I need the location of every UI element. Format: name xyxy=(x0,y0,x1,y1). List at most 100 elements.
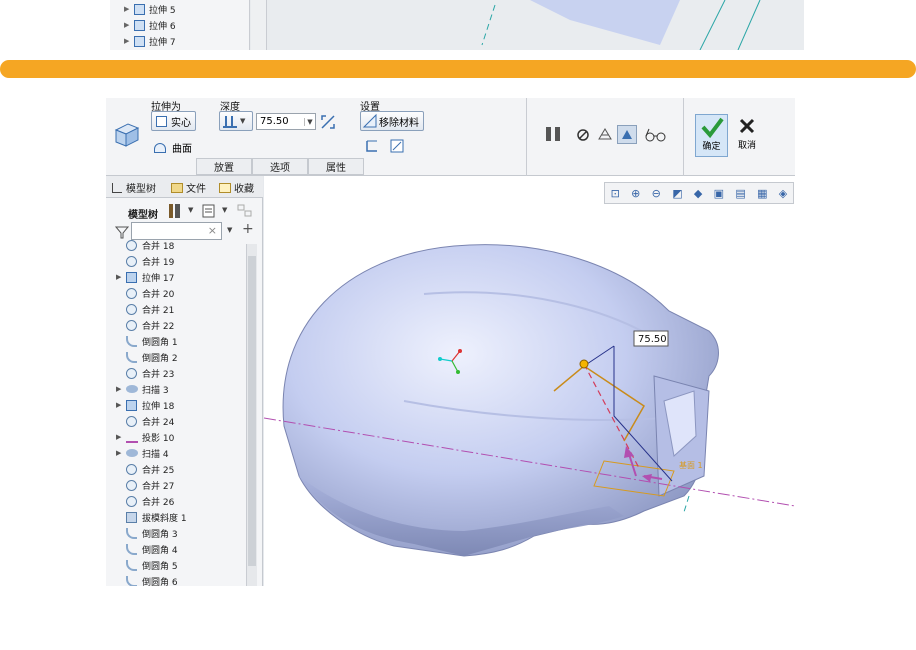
extrude-icon xyxy=(126,271,137,283)
chevron-down-icon[interactable]: ▼ xyxy=(188,206,193,214)
tab-placement[interactable]: 放置 xyxy=(196,158,252,175)
perspective-icon[interactable]: ◆ xyxy=(694,187,702,200)
tree-item[interactable]: 合并 20 xyxy=(116,285,174,301)
tree-item[interactable]: ▶ 投影 10 xyxy=(116,429,174,445)
display-style-icon[interactable]: ▣ xyxy=(714,187,724,200)
merge-icon xyxy=(126,319,137,331)
cad-window: 拉伸为 实心 曲面 深度 ▼ 75.50 ▼ 设置 移除材料 确定 取消 放置 … xyxy=(106,98,795,586)
show-icon[interactable] xyxy=(201,203,217,219)
extrude-icon xyxy=(134,35,145,47)
expand-arrow-icon[interactable]: ▶ xyxy=(116,449,126,457)
thicken-sketch-icon[interactable] xyxy=(365,139,379,153)
remove-material-icon xyxy=(362,113,377,128)
change-side-icon[interactable] xyxy=(390,139,404,153)
panel-tab-bar: 模型树 文件 收藏 xyxy=(106,176,263,198)
chevron-down-icon[interactable]: ▼ xyxy=(222,206,227,214)
tree-item[interactable]: 合并 18 xyxy=(116,240,174,253)
tree-item[interactable]: 合并 24 xyxy=(116,413,174,429)
expand-arrow-icon[interactable]: ▶ xyxy=(116,433,126,441)
model-tree-fragment: ▶ 拉伸 5 ▶ 拉伸 6 ▶ 拉伸 7 xyxy=(110,0,250,50)
confirm-button[interactable]: 确定 xyxy=(695,114,728,157)
folder-icon xyxy=(171,182,183,193)
view-manager-icon[interactable]: ▦ xyxy=(757,187,767,200)
expand-arrow-icon[interactable]: ▶ xyxy=(124,37,134,45)
tree-item[interactable]: 合并 27 xyxy=(116,477,174,493)
round-icon xyxy=(126,527,137,539)
remove-material-button[interactable]: 移除材料 xyxy=(360,111,424,131)
zoom-in-icon[interactable]: ⊕ xyxy=(631,187,640,200)
flip-direction-icon[interactable] xyxy=(320,114,336,130)
sweep-icon xyxy=(126,385,138,393)
refit-icon[interactable]: ⊡ xyxy=(611,187,620,200)
geometry-preview-icon[interactable] xyxy=(596,126,614,142)
tree-item[interactable]: 合并 22 xyxy=(116,317,174,333)
top-screenshot-fragment: ▶ 拉伸 5 ▶ 拉伸 6 ▶ 拉伸 7 xyxy=(110,0,804,50)
chevron-down-icon[interactable]: ▼ xyxy=(227,226,232,234)
expand-arrow-icon[interactable]: ▶ xyxy=(124,5,134,13)
filter-icon[interactable] xyxy=(115,225,129,239)
zoom-out-icon[interactable]: ⊖ xyxy=(652,187,661,200)
ribbon-divider xyxy=(683,98,684,176)
tab-favorites[interactable]: 收藏 xyxy=(219,178,263,197)
checkmark-icon xyxy=(700,117,724,139)
tab-model-tree[interactable]: 模型树 xyxy=(112,178,156,197)
expand-arrow-icon[interactable]: ▶ xyxy=(116,273,126,281)
tree-item[interactable]: 倒圆角 5 xyxy=(116,557,178,573)
feature-preview-icon xyxy=(622,130,632,139)
tree-item[interactable]: 合并 19 xyxy=(116,253,174,269)
expand-arrow-icon[interactable]: ▶ xyxy=(116,401,126,409)
tree-item[interactable]: ▶ 拉伸 5 xyxy=(124,1,176,17)
tree-item[interactable]: 拔模斜度 1 xyxy=(116,509,187,525)
repaint-icon[interactable]: ◩ xyxy=(672,187,682,200)
no-preview-icon[interactable] xyxy=(576,128,590,142)
tab-options[interactable]: 选项 xyxy=(252,158,308,175)
depth-value-input[interactable]: 75.50 ▼ xyxy=(256,113,316,130)
tree-item[interactable]: 合并 23 xyxy=(116,365,174,381)
viewport-fragment xyxy=(270,0,804,50)
tree-item[interactable]: ▶ 拉伸 7 xyxy=(124,33,176,49)
scrollbar-thumb[interactable] xyxy=(248,256,256,566)
tree-item[interactable]: 合并 21 xyxy=(116,301,174,317)
tab-files[interactable]: 文件 xyxy=(171,178,211,197)
tree-item[interactable]: ▶ 拉伸 17 xyxy=(116,269,174,285)
tab-properties[interactable]: 属性 xyxy=(308,158,364,175)
datum-display-icon[interactable]: ◈ xyxy=(779,187,787,200)
tree-item[interactable]: 倒圆角 1 xyxy=(116,333,178,349)
tree-item[interactable]: ▶ 扫描 4 xyxy=(116,445,169,461)
expand-arrow-icon[interactable]: ▶ xyxy=(116,385,126,393)
tree-scrollbar[interactable] xyxy=(246,244,257,586)
round-icon xyxy=(126,559,137,571)
datum-plane-label: 基面 1 xyxy=(679,460,703,470)
expand-arrow-icon[interactable]: ▶ xyxy=(124,21,134,29)
tree-item[interactable]: 合并 26 xyxy=(116,493,174,509)
mouse-model[interactable]: 75.50 基面 1 xyxy=(264,176,795,586)
tree-item[interactable]: 倒圆角 6 xyxy=(116,573,178,586)
round-icon xyxy=(126,575,137,586)
tree-item[interactable]: ▶ 拉伸 6 xyxy=(124,17,176,33)
pause-icon[interactable] xyxy=(544,125,564,143)
tools-icon[interactable] xyxy=(166,202,184,220)
add-icon[interactable]: + xyxy=(242,221,254,237)
solid-button[interactable]: 实心 xyxy=(151,111,196,131)
feature-preview-toggle[interactable] xyxy=(617,125,637,144)
tree-search-input[interactable]: × xyxy=(131,222,222,240)
chevron-down-icon[interactable]: ▼ xyxy=(304,117,315,126)
tree-item[interactable]: 倒圆角 3 xyxy=(116,525,178,541)
surface-button[interactable]: 曲面 xyxy=(154,140,192,155)
depth-type-dropdown[interactable]: ▼ xyxy=(219,111,253,131)
saved-views-icon[interactable]: ▤ xyxy=(735,187,745,200)
tree-item[interactable]: ▶ 拉伸 18 xyxy=(116,397,174,413)
scrollbar[interactable] xyxy=(251,0,267,50)
tree-item[interactable]: ▶ 扫描 3 xyxy=(116,381,169,397)
tree-item[interactable]: 倒圆角 4 xyxy=(116,541,178,557)
verify-glasses-icon[interactable] xyxy=(644,128,668,142)
tree-item[interactable]: 合并 25 xyxy=(116,461,174,477)
clear-icon[interactable]: × xyxy=(208,224,217,237)
graphics-viewport[interactable]: 75.50 基面 1 ⊡ ⊕ ⊖ ◩ ◆ ▣ ▤ ▦ ◈ xyxy=(264,176,795,586)
merge-icon xyxy=(126,495,137,507)
round-icon xyxy=(126,335,137,347)
tree-filter-disabled-icon[interactable] xyxy=(236,202,254,220)
cancel-button[interactable]: 取消 xyxy=(732,114,762,157)
merge-icon xyxy=(126,287,137,299)
tree-item[interactable]: 倒圆角 2 xyxy=(116,349,178,365)
